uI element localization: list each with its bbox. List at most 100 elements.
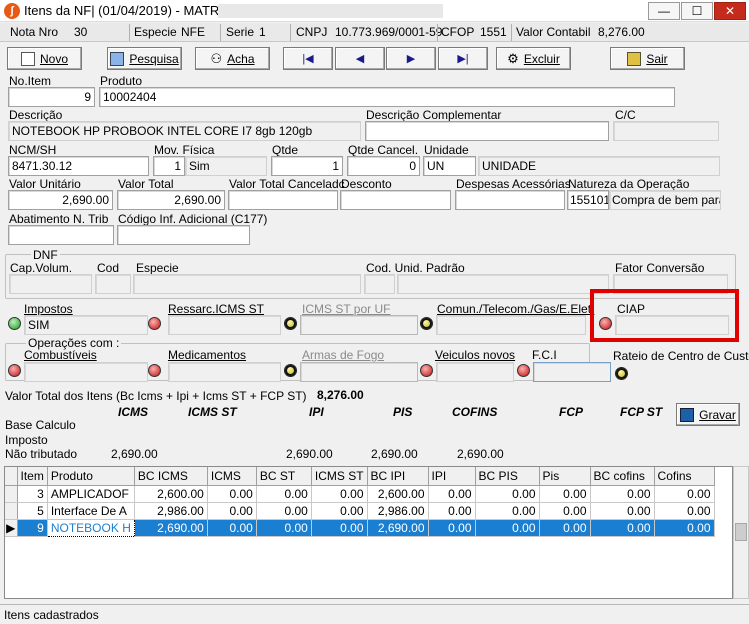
cell-bc-ipi[interactable]: 2,986.00 — [367, 502, 429, 520]
no-item-field[interactable]: 9 — [8, 87, 95, 107]
cell-produto[interactable]: Interface De A — [47, 502, 135, 520]
table-row[interactable]: 3 AMPLICADOF 2,600.00 0.00 0.00 0.00 2,6… — [5, 485, 715, 503]
cell-icms-st[interactable]: 0.00 — [311, 485, 368, 503]
col-bc-ipi[interactable]: BC IPI — [367, 467, 429, 486]
cell-item[interactable]: 3 — [17, 485, 48, 503]
cell-icms[interactable]: 0.00 — [207, 502, 257, 520]
rateio-status-icon[interactable] — [615, 367, 628, 380]
cell-bc-icms[interactable]: 2,600.00 — [134, 485, 208, 503]
despesas-acessorias-field[interactable] — [455, 190, 565, 210]
impostos-label[interactable]: Impostos — [24, 302, 73, 316]
ressarc-icms-st-status-icon[interactable] — [148, 317, 161, 330]
col-icms[interactable]: ICMS — [207, 467, 257, 486]
natureza-code-field[interactable]: 155101 — [567, 190, 609, 210]
col-item[interactable]: Item — [17, 467, 48, 486]
col-bc-pis[interactable]: BC PIS — [475, 467, 540, 486]
gravar-button[interactable]: Gravar — [676, 403, 740, 426]
cell-bc-pis[interactable]: 0.00 — [475, 485, 540, 503]
cell-ipi[interactable]: 0.00 — [428, 502, 476, 520]
cell-bc-st[interactable]: 0.00 — [256, 519, 312, 537]
table-row[interactable]: 5 Interface De A 2,986.00 0.00 0.00 0.00… — [5, 502, 715, 520]
descricao-complementar-field[interactable] — [365, 121, 609, 141]
excluir-button[interactable]: ⚙ Excluir — [496, 47, 571, 70]
cell-bc-st[interactable]: 0.00 — [256, 485, 312, 503]
table-row-selected[interactable]: ▶ 9 NOTEBOOK H 2,690.00 0.00 0.00 0.00 2… — [5, 518, 715, 537]
medicamentos-status-icon[interactable] — [148, 364, 161, 377]
cell-item[interactable]: 9 — [17, 519, 48, 537]
codigo-inf-adicional-field[interactable] — [117, 225, 250, 245]
previous-record-button[interactable]: ◀ — [335, 47, 385, 70]
descricao-field[interactable]: NOTEBOOK HP PROBOOK INTEL CORE I7 8gb 12… — [8, 121, 361, 141]
cell-item[interactable]: 5 — [17, 502, 48, 520]
qtde-field[interactable]: 1 — [271, 156, 343, 176]
produto-field[interactable]: 10002404 — [99, 87, 675, 107]
veiculos-novos-label[interactable]: Veiculos novos — [435, 348, 515, 362]
valor-total-field[interactable]: 2,690.00 — [117, 190, 225, 210]
cell-produto[interactable]: NOTEBOOK H — [46, 518, 135, 537]
col-bc-icms[interactable]: BC ICMS — [134, 467, 208, 486]
cell-pis[interactable]: 0.00 — [539, 519, 591, 537]
cell-bc-pis[interactable]: 0.00 — [475, 502, 540, 520]
cell-pis[interactable]: 0.00 — [539, 502, 591, 520]
items-grid[interactable]: Item Produto BC ICMS ICMS BC ST ICMS ST … — [4, 466, 733, 599]
scrollbar-thumb[interactable] — [735, 523, 747, 541]
cell-bc-ipi[interactable]: 2,600.00 — [367, 485, 429, 503]
cell-cofins[interactable]: 0.00 — [654, 485, 715, 503]
last-record-button[interactable]: ▶| — [438, 47, 488, 70]
rateio-centro-custo-label[interactable]: Rateio de Centro de Custo — [613, 349, 749, 363]
grid-vertical-scrollbar[interactable] — [733, 466, 749, 599]
cell-icms-st[interactable]: 0.00 — [311, 519, 368, 537]
mov-fisica-code-field[interactable]: 1 — [153, 156, 185, 176]
cell-bc-ipi[interactable]: 2,690.00 — [367, 519, 429, 537]
veiculos-novos-status-icon[interactable] — [420, 364, 433, 377]
cell-bc-icms[interactable]: 2,986.00 — [134, 502, 208, 520]
cell-bc-pis[interactable]: 0.00 — [475, 519, 540, 537]
combustiveis-label[interactable]: Combustíveis — [24, 348, 97, 362]
maximize-button[interactable]: ☐ — [681, 2, 713, 20]
abatimento-field[interactable] — [8, 225, 114, 245]
pesquisa-button[interactable]: Pesquisa — [107, 47, 182, 70]
sair-button[interactable]: Sair — [610, 47, 685, 70]
col-cofins[interactable]: Cofins — [654, 467, 715, 486]
first-record-button[interactable]: |◀ — [283, 47, 333, 70]
cell-bc-cofins[interactable]: 0.00 — [590, 502, 655, 520]
cell-cofins[interactable]: 0.00 — [654, 519, 715, 537]
fci-status-icon[interactable] — [517, 364, 530, 377]
cell-icms-st[interactable]: 0.00 — [311, 502, 368, 520]
acha-button[interactable]: ⚇ Acha — [195, 47, 270, 70]
cell-icms[interactable]: 0.00 — [207, 519, 257, 537]
ncm-field[interactable]: 8471.30.12 — [8, 156, 149, 176]
cell-produto[interactable]: AMPLICADOF — [47, 485, 135, 503]
novo-button[interactable]: Novo — [7, 47, 82, 70]
cell-bc-icms[interactable]: 2,690.00 — [134, 519, 208, 537]
col-pis[interactable]: Pis — [539, 467, 591, 486]
medicamentos-label[interactable]: Medicamentos — [168, 348, 246, 362]
col-produto[interactable]: Produto — [47, 467, 135, 486]
col-bc-st[interactable]: BC ST — [256, 467, 312, 486]
cell-icms[interactable]: 0.00 — [207, 485, 257, 503]
col-icms-st[interactable]: ICMS ST — [311, 467, 368, 486]
col-bc-cofins[interactable]: BC cofins — [590, 467, 655, 486]
minimize-button[interactable]: — — [648, 2, 680, 20]
cell-ipi[interactable]: 0.00 — [428, 519, 476, 537]
impostos-status-icon[interactable] — [8, 317, 21, 330]
cell-bc-cofins[interactable]: 0.00 — [590, 519, 655, 537]
valor-total-cancelado-field[interactable] — [228, 190, 338, 210]
codigo-inf-adicional-label: Código Inf. Adicional (C177) — [118, 212, 268, 226]
col-ipi[interactable]: IPI — [428, 467, 476, 486]
desconto-field[interactable] — [340, 190, 451, 210]
close-button[interactable]: ✕ — [714, 2, 746, 20]
cell-ipi[interactable]: 0.00 — [428, 485, 476, 503]
cell-bc-st[interactable]: 0.00 — [256, 502, 312, 520]
cell-bc-cofins[interactable]: 0.00 — [590, 485, 655, 503]
cell-pis[interactable]: 0.00 — [539, 485, 591, 503]
cc-field[interactable] — [613, 121, 719, 141]
qtde-cancel-field[interactable]: 0 — [347, 156, 420, 176]
cell-cofins[interactable]: 0.00 — [654, 502, 715, 520]
unidade-field[interactable]: UN — [423, 156, 476, 176]
valor-unitario-field[interactable]: 2,690.00 — [8, 190, 113, 210]
combustiveis-status-icon[interactable] — [8, 364, 21, 377]
next-record-button[interactable]: ▶ — [386, 47, 436, 70]
ressarc-icms-st-label[interactable]: Ressarc.ICMS ST — [168, 302, 264, 316]
comun-telecom-label[interactable]: Comun./Telecom./Gas/E.Elet. — [437, 302, 594, 316]
